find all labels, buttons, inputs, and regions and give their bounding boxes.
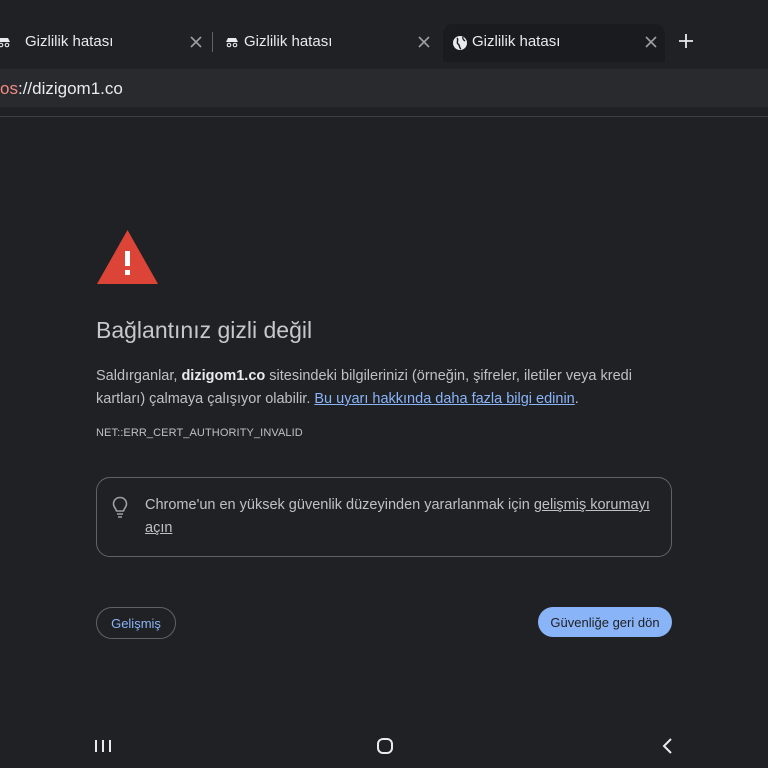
back-to-safety-button[interactable]: Güvenliğe geri dön <box>538 607 672 637</box>
tab-2-title: Gizlilik hatası <box>244 33 333 50</box>
enhanced-protection-notice: Chrome'un en yüksek güvenlik düzeyinden … <box>96 477 672 557</box>
recents-icon[interactable] <box>94 738 112 754</box>
warning-triangle-icon <box>97 230 158 284</box>
lightbulb-icon <box>112 496 128 518</box>
system-nav-bar <box>0 716 768 768</box>
notice-body: Chrome'un en yüksek güvenlik düzeyinden … <box>145 497 534 513</box>
tab-1-title: Gizlilik hatası <box>25 33 114 50</box>
home-icon[interactable] <box>376 737 394 755</box>
incognito-icon <box>226 38 238 48</box>
url-scheme: os <box>0 79 18 98</box>
advanced-button[interactable]: Gelişmiş <box>96 607 176 639</box>
url-text[interactable]: os://dizigom1.co <box>0 79 123 99</box>
close-icon[interactable] <box>643 34 659 50</box>
desc-domain: dizigom1.co <box>181 368 266 384</box>
incognito-icon <box>0 38 10 48</box>
desc-part-1: Saldırganlar, <box>96 368 182 384</box>
globe-icon <box>453 36 467 50</box>
back-icon[interactable] <box>660 737 674 755</box>
tab-3-title: Gizlilik hatası <box>472 33 561 50</box>
interstitial-page: Bağlantınız gizli değil Saldırganlar, di… <box>0 116 768 717</box>
notice-text: Chrome'un en yüksek güvenlik düzeyinden … <box>145 494 655 540</box>
tab-separator <box>212 32 213 52</box>
close-icon[interactable] <box>416 34 432 50</box>
error-description: Saldırganlar, dizigom1.co sitesindeki bi… <box>96 365 656 411</box>
address-bar[interactable]: os://dizigom1.co <box>0 69 768 107</box>
toolbar: os://dizigom1.co <box>0 62 768 116</box>
tab-1[interactable]: Gizlilik hatası <box>0 24 210 62</box>
new-tab-plus-icon[interactable] <box>677 32 695 50</box>
close-icon[interactable] <box>188 34 204 50</box>
tab-2[interactable]: Gizlilik hatası <box>216 24 442 62</box>
page-title: Bağlantınız gizli değil <box>96 317 313 343</box>
url-host: ://dizigom1.co <box>17 79 123 98</box>
desc-end: . <box>574 391 579 407</box>
tab-strip: Gizlilik hatası Gizlilik hatası Gizlilik… <box>0 0 768 62</box>
tab-3-active[interactable]: Gizlilik hatası <box>443 24 665 62</box>
error-code: NET::ERR_CERT_AUTHORITY_INVALID <box>96 427 303 439</box>
learn-more-link[interactable]: Bu uyarı hakkında daha fazla bilgi edini… <box>314 391 574 407</box>
